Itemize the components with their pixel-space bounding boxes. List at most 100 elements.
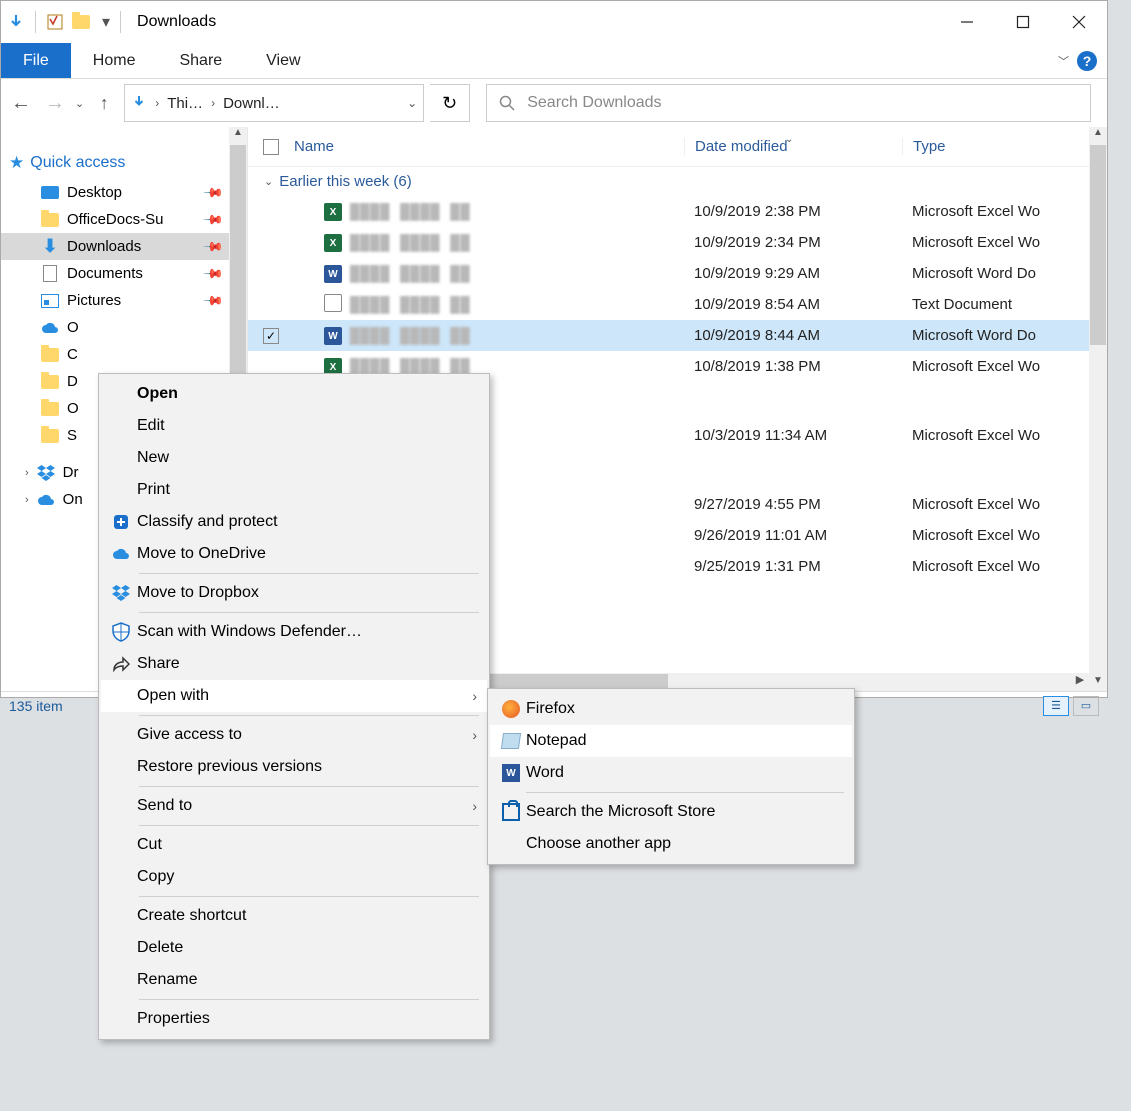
download-icon: ⬇ [41,239,59,255]
menu-classify[interactable]: Classify and protect [101,506,487,538]
menu-send-to[interactable]: Send to› [101,790,487,822]
menu-defender[interactable]: Scan with Windows Defender… [101,616,487,648]
menu-move-onedrive[interactable]: Move to OneDrive [101,538,487,570]
thumbnails-view-button[interactable]: ▭ [1073,696,1099,716]
pin-icon: 📌 [202,208,225,231]
search-icon [499,95,515,111]
file-type: Microsoft Word Do [902,327,1089,344]
breadcrumb-segment[interactable]: Downl… [223,95,280,112]
sidebar-item[interactable]: Documents📌 [1,260,229,287]
folder-icon [41,212,59,228]
scroll-right-icon[interactable]: ▶ [1071,673,1089,691]
tab-view[interactable]: View [244,43,322,78]
menu-copy[interactable]: Copy [101,861,487,893]
menu-edit[interactable]: Edit [101,410,487,442]
menu-new[interactable]: New [101,442,487,474]
close-button[interactable] [1051,1,1107,43]
submenu-notepad[interactable]: Notepad [490,725,852,757]
chevron-down-icon[interactable]: ⌄ [407,96,417,110]
minimize-button[interactable] [939,1,995,43]
scroll-up-icon[interactable]: ▲ [229,127,247,143]
tab-file[interactable]: File [1,43,71,78]
menu-restore[interactable]: Restore previous versions [101,751,487,783]
open-with-submenu: Firefox Notepad WWord Search the Microso… [487,688,855,865]
select-all-checkbox[interactable] [263,139,279,155]
file-row[interactable]: W████ ████ ██10/9/2019 9:29 AMMicrosoft … [248,258,1089,289]
file-row[interactable]: X████ ████ ██10/9/2019 2:34 PMMicrosoft … [248,227,1089,258]
file-date: 9/26/2019 11:01 AM [684,527,902,544]
sort-indicator-icon: ⌄ [785,134,793,145]
menu-cut[interactable]: Cut [101,829,487,861]
sidebar-item[interactable]: ⬇Downloads📌 [1,233,229,260]
submenu-firefox[interactable]: Firefox [490,693,852,725]
search-input[interactable]: Search Downloads [486,84,1091,122]
column-date[interactable]: ⌄ Date modified [684,138,902,155]
tab-share[interactable]: Share [157,43,244,78]
sidebar-item[interactable]: Desktop📌 [1,179,229,206]
menu-give-access[interactable]: Give access to› [101,719,487,751]
file-row[interactable]: ████ ████ ██10/9/2019 8:54 AMText Docume… [248,289,1089,320]
back-button[interactable]: ← [7,89,35,117]
dropbox-icon [37,465,55,481]
onedrive-icon [37,492,55,508]
scroll-down-icon[interactable]: ▼ [1089,675,1107,691]
excel-file-icon: X [324,233,342,253]
group-header[interactable]: ⌄ Earlier this week (6) [248,167,1089,196]
history-dropdown[interactable]: ⌄ [75,97,84,110]
tab-home[interactable]: Home [71,43,158,78]
help-button[interactable]: ? [1077,51,1097,71]
menu-open[interactable]: Open [101,378,487,410]
expand-icon[interactable]: › [25,467,29,479]
submenu-choose[interactable]: Choose another app [490,828,852,860]
maximize-button[interactable] [995,1,1051,43]
menu-rename[interactable]: Rename [101,964,487,996]
qat-properties-icon[interactable] [46,13,64,31]
qat-folder-icon[interactable] [72,13,90,31]
submenu-store[interactable]: Search the Microsoft Store [490,796,852,828]
file-row[interactable]: X████ ████ ██10/9/2019 2:38 PMMicrosoft … [248,196,1089,227]
submenu-word[interactable]: WWord [490,757,852,789]
window-title: Downloads [137,13,216,31]
address-bar[interactable]: › Thi… › Downl… ⌄ [124,84,424,122]
menu-shortcut[interactable]: Create shortcut [101,900,487,932]
ribbon-expand-icon[interactable]: ﹀ [1058,53,1069,69]
quick-access-header[interactable]: ★ Quick access [1,147,229,179]
content-scrollbar[interactable]: ▲ ▼ [1089,127,1107,691]
search-placeholder: Search Downloads [527,94,661,112]
expand-icon[interactable]: › [25,494,29,506]
column-name[interactable]: Name [294,138,684,155]
row-checkbox[interactable] [263,328,279,344]
sidebar-item[interactable]: O [1,314,229,341]
titlebar: ▾ Downloads [1,1,1107,43]
forward-button[interactable]: → [41,89,69,117]
file-date: 9/27/2019 4:55 PM [684,496,902,513]
sidebar-item[interactable]: OfficeDocs-Su📌 [1,206,229,233]
folder-icon [41,374,59,390]
column-type[interactable]: Type [902,138,1089,155]
qat-overflow-icon[interactable]: ▾ [98,12,110,32]
file-type: Microsoft Excel Wo [902,496,1089,513]
scrollbar-thumb[interactable] [1090,145,1106,345]
word-file-icon: W [324,264,342,284]
breadcrumb-segment[interactable]: Thi… [167,95,203,112]
sidebar-item[interactable]: Pictures📌 [1,287,229,314]
details-view-button[interactable]: ☰ [1043,696,1069,716]
menu-share[interactable]: Share [101,648,487,680]
file-date: 10/8/2019 1:38 PM [684,358,902,375]
menu-properties[interactable]: Properties [101,1003,487,1035]
menu-print[interactable]: Print [101,474,487,506]
pin-icon: 📌 [202,181,225,204]
menu-delete[interactable]: Delete [101,932,487,964]
file-date: 10/9/2019 8:44 AM [684,327,902,344]
item-count: 135 item [9,698,63,714]
menu-move-dropbox[interactable]: Move to Dropbox [101,577,487,609]
sidebar-item[interactable]: C [1,341,229,368]
word-icon: W [502,764,520,782]
refresh-button[interactable]: ↻ [430,84,470,122]
scroll-up-icon[interactable]: ▲ [1089,127,1107,143]
menu-open-with[interactable]: Open with› [101,680,487,712]
word-file-icon: W [324,326,342,346]
up-button[interactable]: ↑ [90,89,118,117]
file-row[interactable]: W████ ████ ██10/9/2019 8:44 AMMicrosoft … [248,320,1089,351]
qat-download-icon[interactable] [7,13,25,31]
